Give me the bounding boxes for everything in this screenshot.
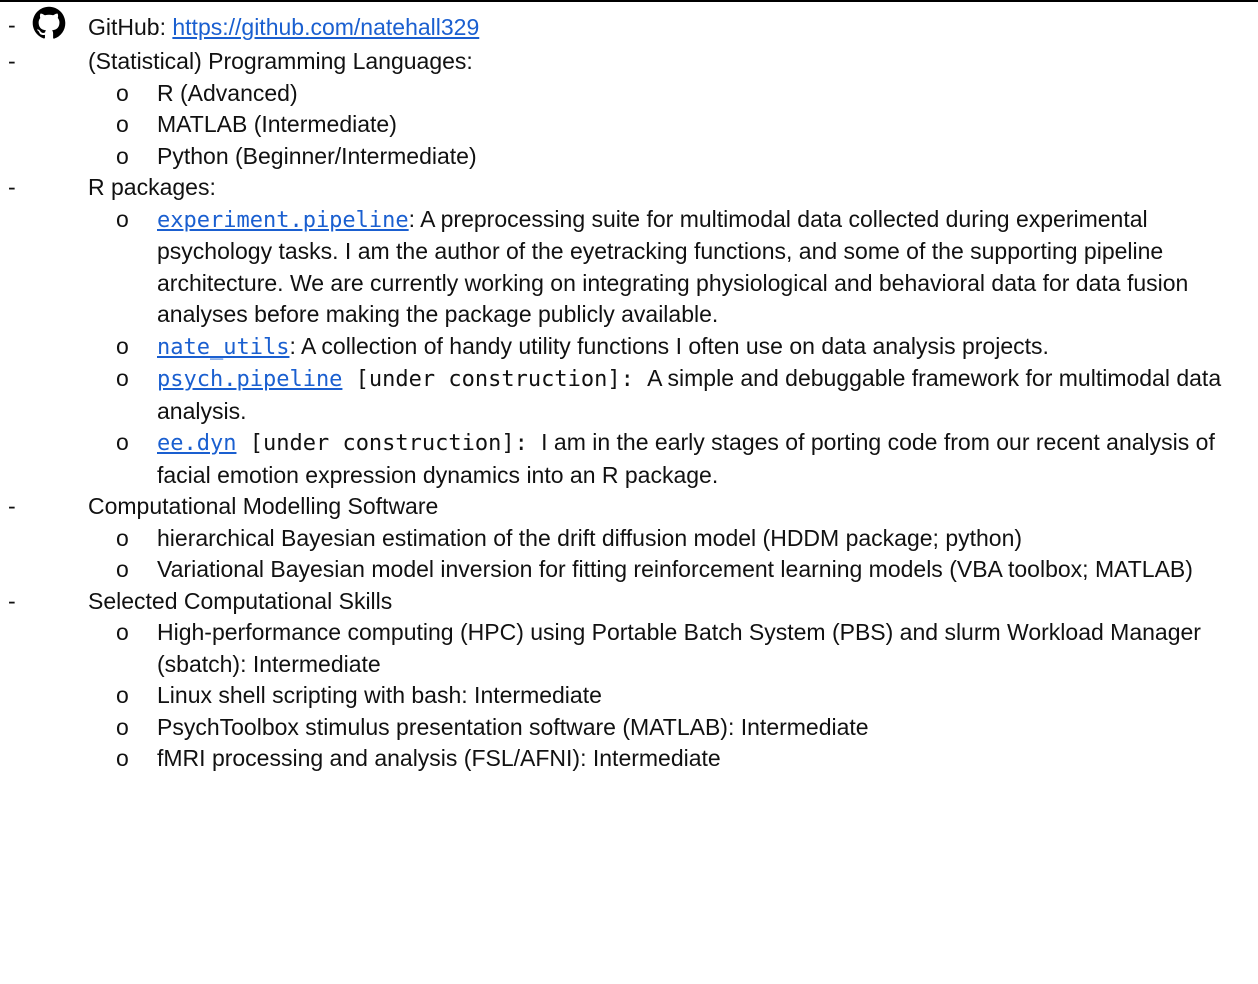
- github-line: - GitHub: https://github.com/natehall329: [0, 6, 1258, 46]
- package-link-nate-utils[interactable]: nate_utils: [157, 335, 289, 360]
- bullet-marker: o: [116, 556, 129, 582]
- package-item: o ee.dyn [under construction]: I am in t…: [0, 427, 1258, 491]
- list-item: o High-performance computing (HPC) using…: [0, 617, 1258, 680]
- list-item-text: fMRI processing and analysis (FSL/AFNI):…: [157, 745, 721, 771]
- list-item-text: hierarchical Bayesian estimation of the …: [157, 524, 1023, 551]
- packages-heading-text: R packages:: [88, 174, 216, 200]
- bullet-marker: o: [116, 429, 129, 455]
- bullet-marker: o: [116, 682, 129, 708]
- bullet-marker: o: [116, 205, 129, 232]
- list-item-text: PsychToolbox stimulus presentation softw…: [157, 713, 869, 740]
- list-item: o R (Advanced): [0, 78, 1258, 110]
- dash-marker: -: [8, 12, 16, 38]
- dash-marker: -: [8, 174, 16, 200]
- package-desc: : A collection of handy utility function…: [289, 332, 1049, 359]
- skills-heading: - Selected Computational Skills: [0, 586, 1258, 618]
- list-item: o hierarchical Bayesian estimation of th…: [0, 523, 1258, 555]
- top-rule: [0, 0, 1258, 2]
- list-item-text: R (Advanced): [157, 79, 298, 106]
- list-item-text: Linux shell scripting with bash: Interme…: [157, 682, 602, 708]
- bullet-marker: o: [116, 524, 129, 551]
- list-item-text: High-performance computing (HPC) using P…: [157, 619, 1201, 677]
- languages-heading: - (Statistical) Programming Languages:: [0, 46, 1258, 78]
- bullet-marker: o: [116, 142, 129, 169]
- list-item-text: Variational Bayesian model inversion for…: [157, 556, 1193, 582]
- list-item: o fMRI processing and analysis (FSL/AFNI…: [0, 743, 1258, 775]
- bullet-marker: o: [116, 619, 129, 645]
- github-label: GitHub:: [88, 14, 173, 40]
- list-item-text: Python (Beginner/Intermediate): [157, 142, 477, 169]
- list-item: o MATLAB (Intermediate): [0, 109, 1258, 141]
- package-link-psych-pipeline[interactable]: psych.pipeline: [157, 367, 342, 392]
- package-tag: [under construction]:: [342, 367, 648, 392]
- bullet-marker: o: [116, 745, 129, 771]
- list-item: o Python (Beginner/Intermediate): [0, 141, 1258, 173]
- package-item: o experiment.pipeline: A preprocessing s…: [0, 204, 1258, 331]
- dash-marker: -: [8, 48, 16, 74]
- bullet-marker: o: [116, 79, 129, 106]
- list-item: o Variational Bayesian model inversion f…: [0, 554, 1258, 586]
- modelling-heading-text: Computational Modelling Software: [88, 493, 439, 519]
- package-item: o nate_utils: A collection of handy util…: [0, 331, 1258, 364]
- skills-document: - GitHub: https://github.com/natehall329…: [0, 6, 1258, 775]
- bullet-marker: o: [116, 111, 129, 137]
- bullet-marker: o: [116, 332, 129, 359]
- github-link[interactable]: https://github.com/natehall329: [172, 14, 479, 40]
- list-item: o Linux shell scripting with bash: Inter…: [0, 680, 1258, 712]
- dash-marker: -: [8, 587, 16, 614]
- list-item: o PsychToolbox stimulus presentation sof…: [0, 712, 1258, 744]
- bullet-marker: o: [116, 365, 129, 391]
- github-icon: [32, 6, 66, 39]
- skills-heading-text: Selected Computational Skills: [88, 587, 393, 614]
- package-link-ee-dyn[interactable]: ee.dyn: [157, 431, 236, 456]
- modelling-heading: - Computational Modelling Software: [0, 491, 1258, 523]
- dash-marker: -: [8, 493, 16, 519]
- package-link-experiment-pipeline[interactable]: experiment.pipeline: [157, 208, 409, 233]
- languages-heading-text: (Statistical) Programming Languages:: [88, 48, 473, 74]
- package-item: o psych.pipeline [under construction]: A…: [0, 363, 1258, 427]
- packages-heading: - R packages:: [0, 172, 1258, 204]
- list-item-text: MATLAB (Intermediate): [157, 111, 397, 137]
- bullet-marker: o: [116, 713, 129, 740]
- package-tag: [under construction]:: [236, 431, 542, 456]
